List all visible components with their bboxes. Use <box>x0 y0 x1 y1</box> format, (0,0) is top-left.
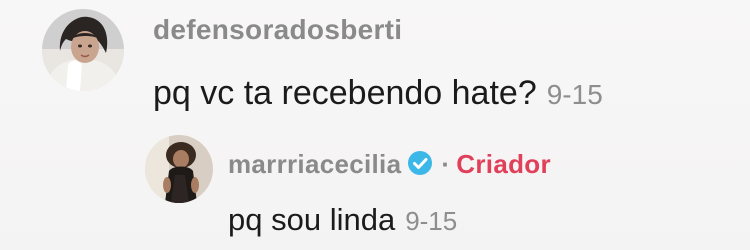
replier-avatar-image <box>145 135 213 203</box>
comment-timestamp: 9-15 <box>546 79 603 110</box>
comment-item[interactable]: defensoradosberti pq vc ta recebendo hat… <box>0 0 750 125</box>
separator-dot: · <box>441 149 451 179</box>
verified-badge-icon <box>407 150 433 183</box>
reply-text: pq sou linda <box>228 202 396 237</box>
commenter-username[interactable]: defensoradosberti <box>153 14 402 46</box>
commenter-avatar[interactable] <box>42 9 124 91</box>
reply-timestamp: 9-15 <box>405 206 458 236</box>
reply-body: pq sou linda 9-15 <box>228 202 457 238</box>
comment-body: pq vc ta recebendo hate? 9-15 <box>153 74 603 113</box>
comment-thread: defensoradosberti pq vc ta recebendo hat… <box>0 0 750 250</box>
replier-username[interactable]: marrriacecilia <box>228 149 401 179</box>
reply-item[interactable]: marrriacecilia · Criador pq sou linda 9-15 <box>0 125 750 250</box>
replier-username-row: marrriacecilia · Criador <box>228 149 551 183</box>
commenter-avatar-image <box>42 9 124 91</box>
creator-badge: Criador <box>456 149 551 179</box>
comment-text: pq vc ta recebendo hate? <box>153 74 537 112</box>
replier-avatar[interactable] <box>145 135 213 203</box>
